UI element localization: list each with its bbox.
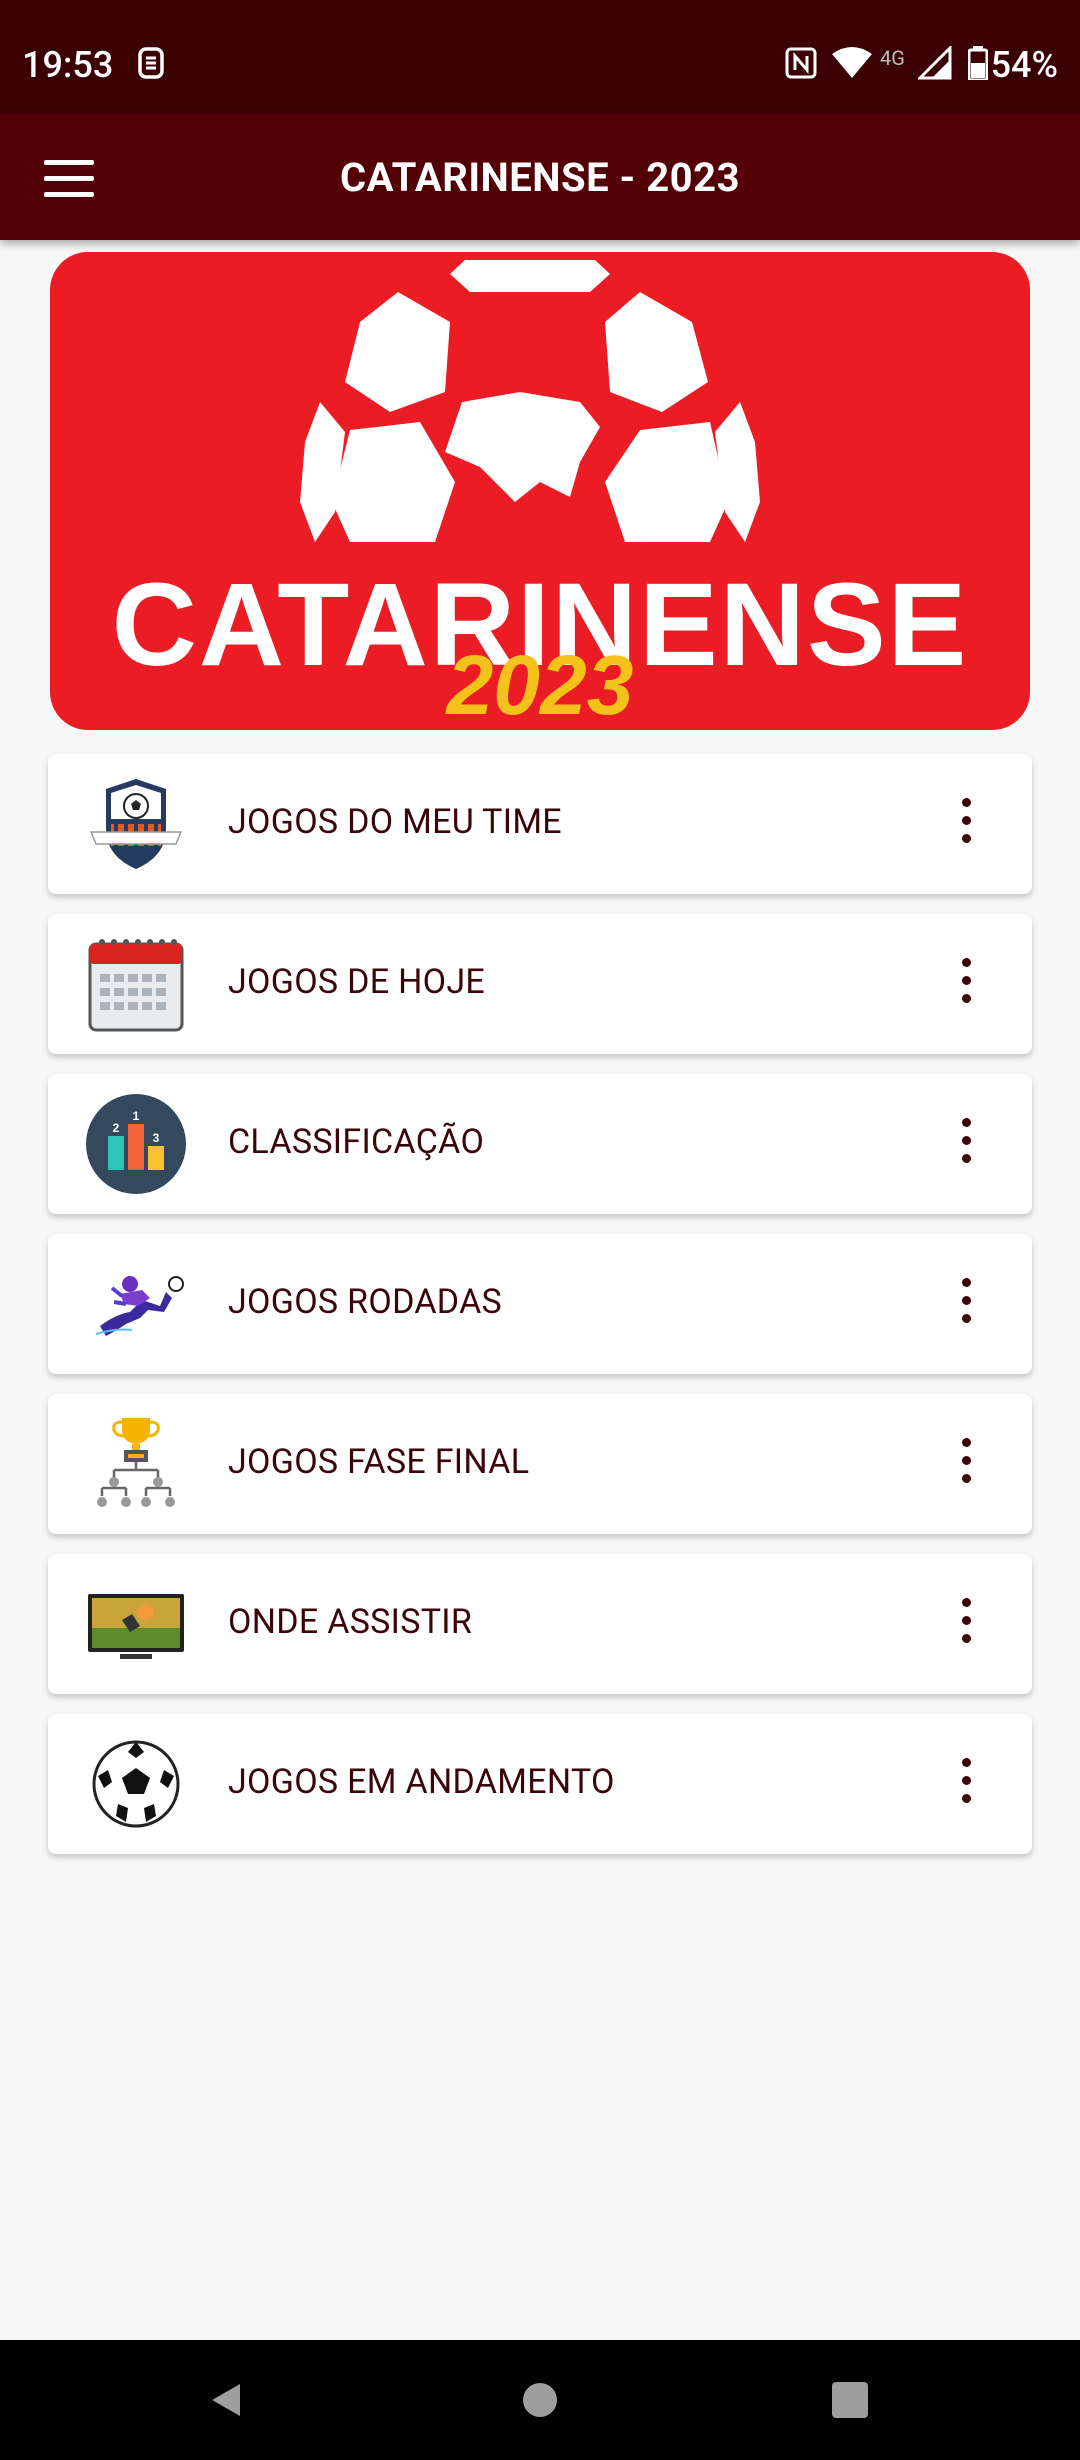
menu-item-label: JOGOS RODADAS — [228, 1282, 503, 1322]
app-bar: CATARINENSE - 2023 — [0, 114, 1080, 240]
menu-item-classificacao[interactable]: 2 1 3 CLASSIFICAÇÃO — [48, 1074, 1032, 1214]
recents-icon[interactable] — [830, 2380, 870, 2420]
svg-text:2: 2 — [113, 1121, 120, 1135]
more-options-icon[interactable] — [962, 958, 972, 1010]
podium-icon: 2 1 3 — [86, 1094, 186, 1194]
back-icon[interactable] — [206, 2380, 246, 2420]
status-time: 19:53 — [22, 44, 114, 86]
menu-item-jogos-do-meu-time[interactable]: JOGOS DO MEU TIME — [48, 754, 1032, 894]
signal-icon — [918, 46, 952, 80]
menu-item-label: JOGOS EM ANDAMENTO — [228, 1762, 615, 1802]
menu-item-label: JOGOS DE HOJE — [228, 962, 486, 1002]
menu-item-label: CLASSIFICAÇÃO — [228, 1122, 485, 1162]
page-title: CATARINENSE - 2023 — [339, 154, 741, 201]
menu-item-jogos-rodadas[interactable]: JOGOS RODADAS — [48, 1234, 1032, 1374]
more-options-icon[interactable] — [962, 798, 972, 850]
menu-item-label: JOGOS FASE FINAL — [228, 1442, 530, 1482]
team-shield-icon — [89, 779, 183, 869]
menu-item-jogos-de-hoje[interactable]: JOGOS DE HOJE — [48, 914, 1032, 1054]
svg-text:3: 3 — [153, 1131, 160, 1145]
battery-icon — [968, 46, 988, 80]
tv-icon — [88, 1594, 184, 1659]
menu-item-jogos-fase-final[interactable]: JOGOS FASE FINAL — [48, 1394, 1032, 1534]
home-icon[interactable] — [520, 2380, 560, 2420]
wifi-icon — [832, 47, 872, 78]
status-bar: 19:53 4G 54% — [0, 0, 1080, 114]
calendar-icon — [88, 939, 184, 1032]
more-options-icon[interactable] — [962, 1278, 972, 1330]
soccer-ball-icon — [92, 1740, 180, 1828]
menu-item-label: JOGOS DO MEU TIME — [228, 802, 562, 842]
network-type: 4G — [880, 46, 905, 70]
more-options-icon[interactable] — [962, 1758, 972, 1810]
more-options-icon[interactable] — [962, 1598, 972, 1650]
menu-item-jogos-em-andamento[interactable]: JOGOS EM ANDAMENTO — [48, 1714, 1032, 1854]
trophy-bracket-icon — [97, 1418, 175, 1507]
nfc-icon — [785, 47, 817, 79]
notification-icon — [138, 47, 164, 79]
more-options-icon[interactable] — [962, 1118, 972, 1170]
player-kick-icon — [95, 1276, 184, 1336]
battery-level: 54% — [990, 44, 1058, 86]
more-options-icon[interactable] — [962, 1438, 972, 1490]
menu-item-onde-assistir[interactable]: ONDE ASSISTIR — [48, 1554, 1032, 1694]
catarinense-banner: CATARINENSE 2023 — [50, 252, 1030, 730]
system-nav-bar — [0, 2340, 1080, 2460]
svg-text:1: 1 — [133, 1109, 140, 1123]
banner-year: 2023 — [446, 638, 634, 730]
menu-item-label: ONDE ASSISTIR — [228, 1602, 473, 1642]
